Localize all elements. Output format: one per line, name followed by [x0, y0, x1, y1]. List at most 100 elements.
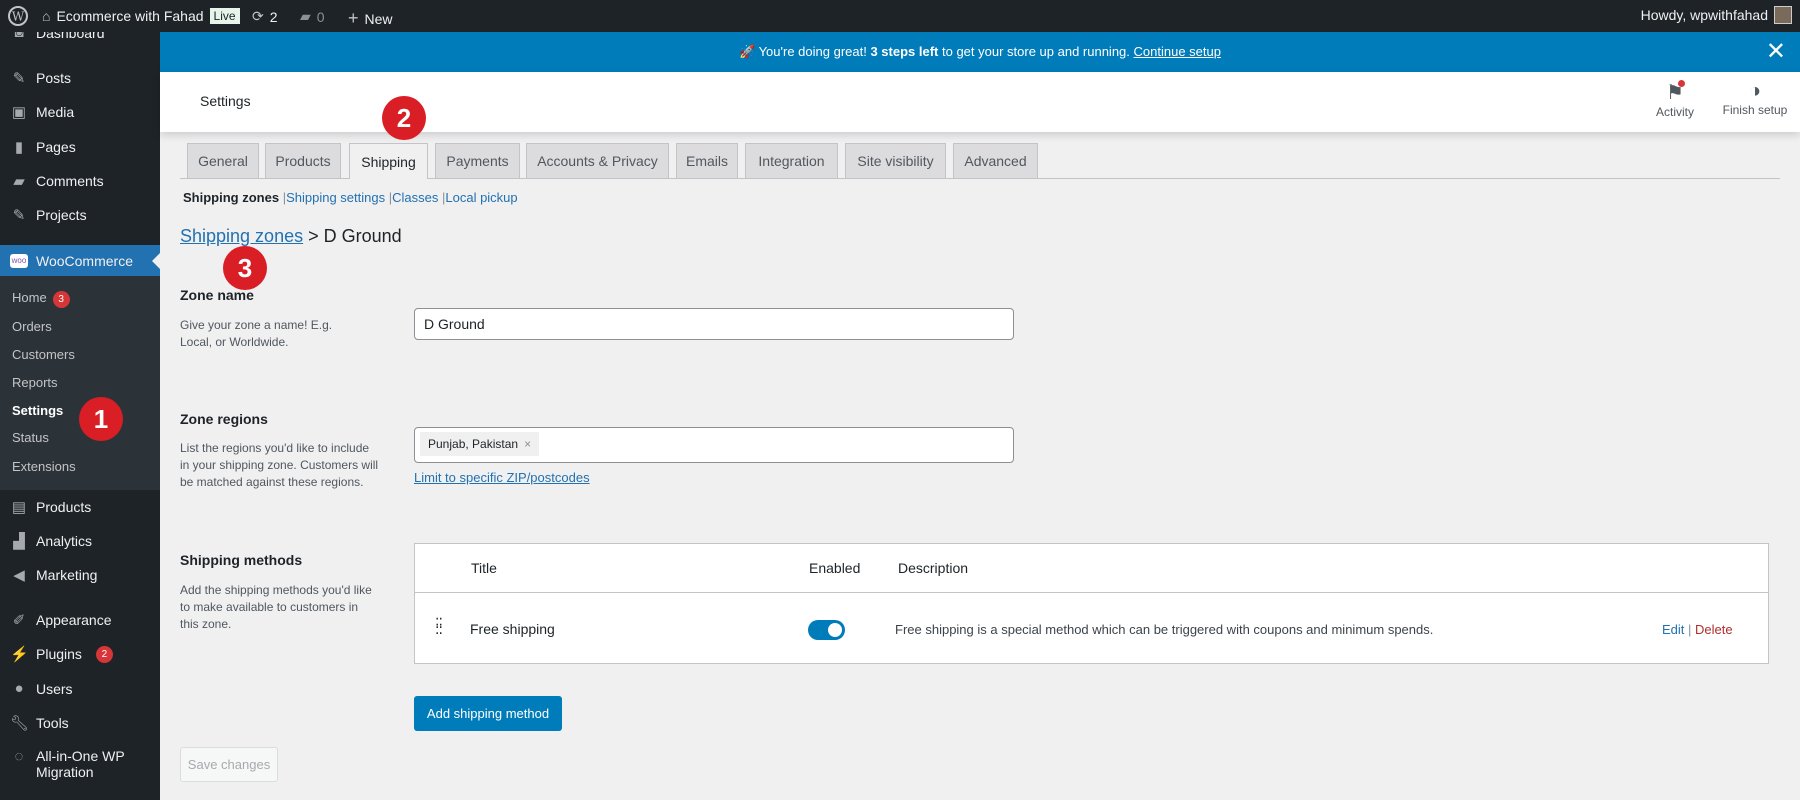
megaphone-icon: ◀ — [13, 567, 25, 584]
delete-link[interactable]: Delete — [1695, 622, 1733, 637]
remove-chip-icon[interactable]: × — [524, 437, 531, 451]
sidebar-item-analytics[interactable]: ▟ Analytics — [0, 532, 160, 550]
subnav-classes[interactable]: Classes — [392, 190, 438, 205]
submenu-extensions[interactable]: Extensions — [0, 459, 160, 474]
submenu-orders[interactable]: Orders — [0, 319, 160, 334]
zone-regions-label: Zone regions — [180, 411, 268, 427]
drag-handle-icon[interactable]: ⁚⁚ ⁚⁚ — [435, 616, 443, 636]
submenu-home[interactable]: Home 3 — [0, 290, 160, 308]
annotation-2: 2 — [382, 96, 426, 140]
continue-setup-link[interactable]: Continue setup — [1134, 44, 1221, 59]
sidebar-item-appearance[interactable]: ✐ Appearance — [0, 611, 160, 629]
shipping-methods-description: Add the shipping methods you'd like to m… — [180, 583, 372, 631]
sidebar-item-users[interactable]: ● Users — [0, 680, 160, 697]
submenu-reports[interactable]: Reports — [0, 375, 160, 390]
zone-name-description: Give your zone a name! E.g. Local, or Wo… — [180, 318, 333, 349]
comment-icon: ▰ — [13, 173, 25, 190]
region-chip: Punjab, Pakistan × — [420, 432, 540, 456]
tab-payments[interactable]: Payments — [435, 143, 520, 178]
subnav-shipping-settings[interactable]: Shipping settings — [286, 190, 385, 205]
submenu-customers[interactable]: Customers — [0, 347, 160, 362]
activity-button[interactable]: ⚑ Activity — [1650, 80, 1700, 119]
plugin-icon: ⚡ — [10, 646, 29, 663]
zone-regions-description: List the regions you'd like to include i… — [180, 441, 379, 489]
comments-link[interactable]: ▰ 0 — [300, 8, 325, 25]
migration-icon: ◌ — [14, 748, 24, 765]
method-description: Free shipping is a special method which … — [895, 622, 1434, 637]
tab-emails[interactable]: Emails — [676, 143, 738, 178]
sidebar-item-comments[interactable]: ▰ Comments — [0, 172, 160, 190]
site-name-link[interactable]: ⌂ Ecommerce with Fahad Live — [42, 8, 240, 24]
limit-postcodes-link[interactable]: Limit to specific ZIP/postcodes — [414, 470, 590, 485]
brush-icon: ✐ — [12, 612, 26, 629]
finish-setup-button[interactable]: ◑ Finish setup — [1715, 80, 1795, 117]
breadcrumb: Shipping zones > D Ground — [180, 226, 402, 246]
pin-icon: ✎ — [12, 207, 26, 224]
add-shipping-method-button[interactable]: Add shipping method — [414, 696, 562, 731]
sidebar-item-products[interactable]: ▤ Products — [0, 498, 160, 516]
sidebar-item-marketing[interactable]: ◀ Marketing — [0, 566, 160, 584]
header-divider — [415, 592, 1768, 593]
home-icon: ⌂ — [42, 8, 51, 24]
column-description: Description — [898, 560, 969, 576]
new-link[interactable]: + New — [348, 8, 393, 29]
sidebar-item-woocommerce[interactable]: woo WooCommerce — [0, 245, 160, 276]
subnav-local-pickup[interactable]: Local pickup — [445, 190, 517, 205]
enabled-toggle[interactable] — [808, 620, 845, 640]
setup-banner: 🚀 You're doing great! 3 steps left to ge… — [160, 32, 1800, 72]
tab-products[interactable]: Products — [265, 143, 341, 178]
tab-integration[interactable]: Integration — [745, 143, 838, 178]
sidebar-item-projects[interactable]: ✎ Projects — [0, 206, 160, 224]
sidebar-item-tools[interactable]: 🔧︎ Tools — [0, 714, 160, 732]
media-icon: ▣ — [11, 104, 27, 121]
zone-name-input[interactable]: D Ground — [414, 308, 1014, 340]
annotation-3: 3 — [223, 246, 267, 290]
sidebar-item-pages[interactable]: ▮ Pages — [0, 138, 160, 156]
shipping-methods-table: Title Enabled Description ⁚⁚ ⁚⁚ Free ship… — [414, 543, 1769, 664]
home-count-badge: 3 — [52, 291, 70, 308]
flag-icon: ⚑ — [1666, 80, 1685, 104]
plus-icon: + — [348, 8, 359, 28]
wrench-icon: 🔧︎ — [10, 715, 30, 732]
breadcrumb-current: D Ground — [323, 226, 402, 246]
pin-icon: ✎ — [12, 70, 26, 87]
current-arrow — [144, 253, 160, 269]
progress-circle-icon: ◑ — [1748, 80, 1762, 102]
sidebar-item-all-in-one-migration[interactable]: ◌ All-in-One WP Migration — [0, 748, 160, 780]
woo-icon: woo — [10, 253, 28, 268]
sidebar-item-media[interactable]: ▣ Media — [0, 103, 160, 121]
tab-advanced[interactable]: Advanced — [953, 143, 1038, 178]
close-icon[interactable]: ✕ — [1766, 32, 1786, 72]
sidebar-item-posts[interactable]: ✎ Posts — [0, 69, 160, 87]
analytics-icon: ▟ — [13, 533, 25, 550]
updates-link[interactable]: ⟳ 2 — [252, 8, 278, 25]
save-changes-button[interactable]: Save changes — [180, 747, 278, 782]
edit-link[interactable]: Edit — [1662, 622, 1684, 637]
tab-accounts-privacy[interactable]: Accounts & Privacy — [526, 143, 669, 178]
sidebar-item-plugins[interactable]: ⚡ Plugins 2 — [0, 645, 160, 663]
tab-general[interactable]: General — [187, 143, 259, 178]
annotation-1: 1 — [79, 397, 123, 441]
method-title: Free shipping — [470, 621, 555, 637]
avatar — [1774, 6, 1792, 24]
column-enabled: Enabled — [809, 560, 861, 576]
submenu-status[interactable]: Status — [0, 430, 160, 445]
sidebar-item-dashboard[interactable]: ◙ Dashboard — [0, 32, 160, 41]
tab-shipping[interactable]: Shipping — [349, 143, 428, 179]
breadcrumb-shipping-zones-link[interactable]: Shipping zones — [180, 226, 303, 246]
svg-text:W: W — [12, 10, 25, 24]
admin-bar: W ⌂ Ecommerce with Fahad Live ⟳ 2 ▰ 0 + New H… — [0, 0, 1800, 32]
dashboard-icon: ◙ — [14, 32, 24, 41]
shipping-methods-label: Shipping methods — [180, 552, 303, 568]
column-title: Title — [471, 560, 497, 576]
users-icon: ● — [14, 680, 24, 697]
plugins-count-badge: 2 — [95, 645, 113, 663]
wordpress-logo-icon[interactable]: W — [8, 6, 28, 26]
row-actions: Edit | Delete — [1662, 622, 1733, 637]
shipping-subnav: Shipping zones |Shipping settings |Class… — [183, 190, 518, 205]
products-icon: ▤ — [11, 499, 27, 516]
tab-site-visibility[interactable]: Site visibility — [845, 143, 946, 178]
account-menu[interactable]: Howdy, wpwithfahad — [1641, 6, 1792, 24]
page-title: Settings — [200, 93, 251, 109]
zone-regions-input[interactable]: Punjab, Pakistan × — [414, 427, 1014, 463]
